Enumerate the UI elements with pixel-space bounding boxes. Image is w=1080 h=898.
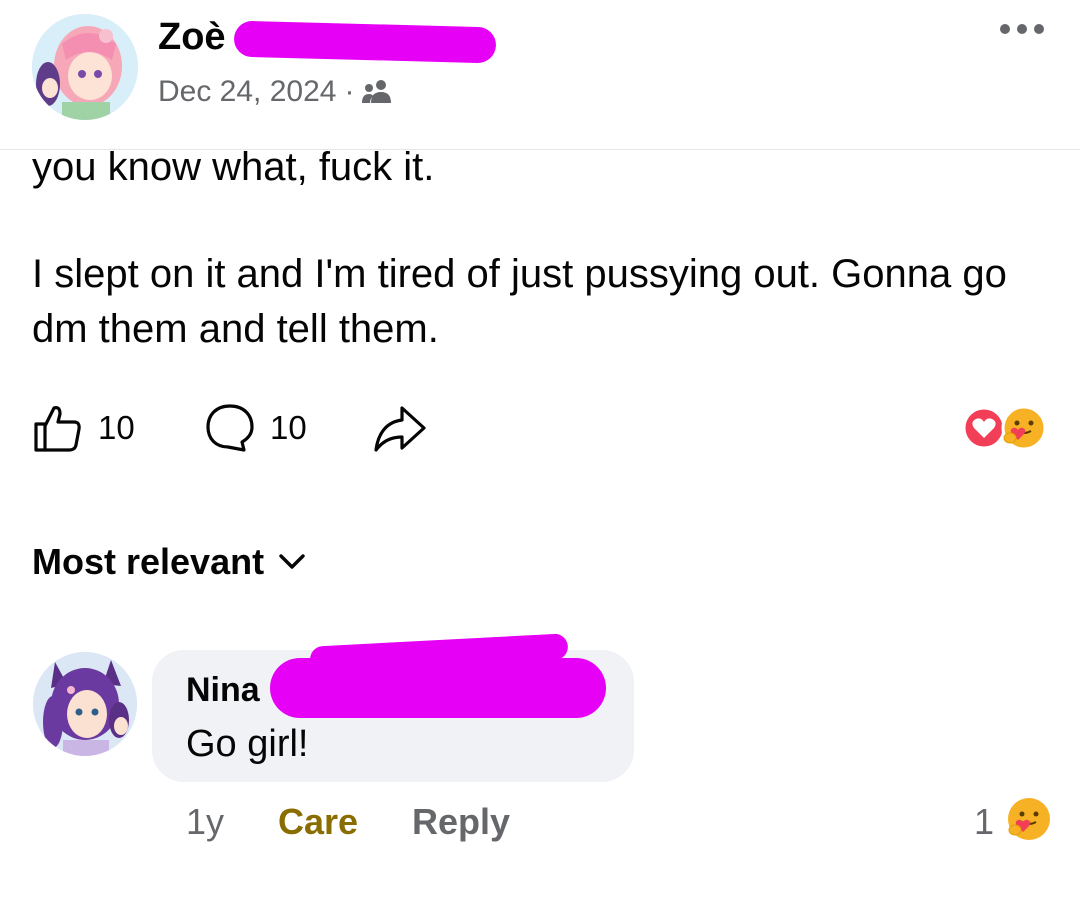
meta-separator: · bbox=[344, 75, 355, 108]
comment-count: 10 bbox=[270, 409, 307, 446]
comment-author-avatar[interactable] bbox=[33, 652, 137, 756]
comment-reaction-count[interactable]: 1 bbox=[974, 800, 994, 844]
post-meta: Dec 24, 2024 · bbox=[158, 72, 392, 112]
like-button[interactable]: 10 bbox=[32, 402, 135, 454]
friends-icon bbox=[362, 80, 392, 103]
redacted-surname bbox=[233, 20, 497, 64]
more-options-button[interactable] bbox=[1000, 24, 1044, 34]
comment-reply-button[interactable]: Reply bbox=[412, 800, 510, 844]
sort-label: Most relevant bbox=[32, 541, 265, 582]
share-button[interactable] bbox=[372, 402, 428, 454]
more-horizontal-icon bbox=[1000, 24, 1010, 34]
anime-avatar-image bbox=[32, 14, 138, 120]
love-reaction-icon bbox=[962, 406, 1006, 450]
post-body: you know what, fuck it. I slept on it an… bbox=[32, 140, 1032, 357]
care-reaction-icon bbox=[1001, 405, 1047, 451]
share-arrow-icon bbox=[374, 406, 426, 452]
comment-author-name[interactable]: Nina bbox=[186, 668, 260, 712]
post-author-avatar[interactable] bbox=[32, 14, 138, 120]
post-line-2: I slept on it and I'm tired of just puss… bbox=[32, 252, 1007, 351]
thumbs-up-icon bbox=[34, 406, 81, 452]
comment-text: Go girl! bbox=[186, 723, 309, 765]
post-author-name[interactable]: Zoè bbox=[158, 14, 226, 60]
comment-care-reaction-button[interactable]: Care bbox=[278, 800, 358, 844]
anime-avatar-image bbox=[33, 652, 137, 756]
comment-timestamp[interactable]: 1y bbox=[186, 800, 224, 844]
like-count: 10 bbox=[98, 409, 135, 446]
comment-sort-dropdown[interactable]: Most relevant bbox=[32, 538, 306, 586]
post-line-1: you know what, fuck it. bbox=[32, 145, 435, 189]
care-reaction-icon[interactable] bbox=[1006, 796, 1052, 842]
post-date[interactable]: Dec 24, 2024 bbox=[158, 72, 336, 112]
comment-bubble-icon bbox=[206, 404, 254, 452]
reaction-summary[interactable] bbox=[962, 404, 1052, 452]
chevron-down-icon bbox=[279, 554, 305, 569]
comment-button[interactable]: 10 bbox=[204, 402, 307, 454]
